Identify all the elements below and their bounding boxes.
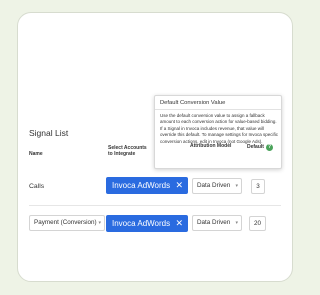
chevron-down-icon: ▾ (235, 220, 238, 226)
row-divider (29, 205, 281, 206)
column-header-name: Name (29, 151, 43, 157)
default-value-input-calls[interactable]: 3 (251, 179, 265, 194)
column-header-attribution: Attribution Model (190, 143, 232, 149)
column-header-default: Default (247, 144, 264, 150)
account-pill-label: Invoca AdWords (112, 181, 171, 190)
attribution-select-value: Data Driven (197, 219, 231, 226)
account-pill-label: Invoca AdWords (112, 219, 171, 228)
chevron-down-icon: ▾ (235, 183, 238, 189)
chevron-down-icon: ▾ (98, 220, 101, 226)
signal-select-value: Payment (Conversion) (34, 219, 97, 226)
close-icon[interactable]: ✕ (175, 177, 183, 194)
default-value-input-payment[interactable]: 20 (249, 216, 266, 231)
account-pill-payment[interactable]: Invoca AdWords ✕ (106, 215, 188, 232)
integration-card: Default Conversion Value Use the default… (17, 12, 293, 282)
close-icon[interactable]: ✕ (175, 215, 183, 232)
column-header-accounts: Select Accounts to Integrate (108, 145, 147, 157)
row-name-calls: Calls (29, 183, 45, 190)
attribution-select-value: Data Driven (197, 182, 231, 189)
column-header-accounts-line2: to Integrate (108, 151, 136, 157)
attribution-select-payment[interactable]: Data Driven ▾ (192, 215, 242, 231)
tooltip-body: Use the default conversion value to assi… (160, 113, 278, 144)
default-value-tooltip: Default Conversion Value Use the default… (154, 95, 282, 169)
tooltip-divider (155, 109, 281, 110)
signal-select-payment[interactable]: Payment (Conversion) ▾ (29, 215, 105, 231)
question-icon[interactable]: ? (266, 144, 273, 151)
attribution-select-calls[interactable]: Data Driven ▾ (192, 178, 242, 194)
account-pill-calls[interactable]: Invoca AdWords ✕ (106, 177, 188, 194)
section-title: Signal List (29, 128, 69, 138)
tooltip-title: Default Conversion Value (160, 100, 226, 106)
